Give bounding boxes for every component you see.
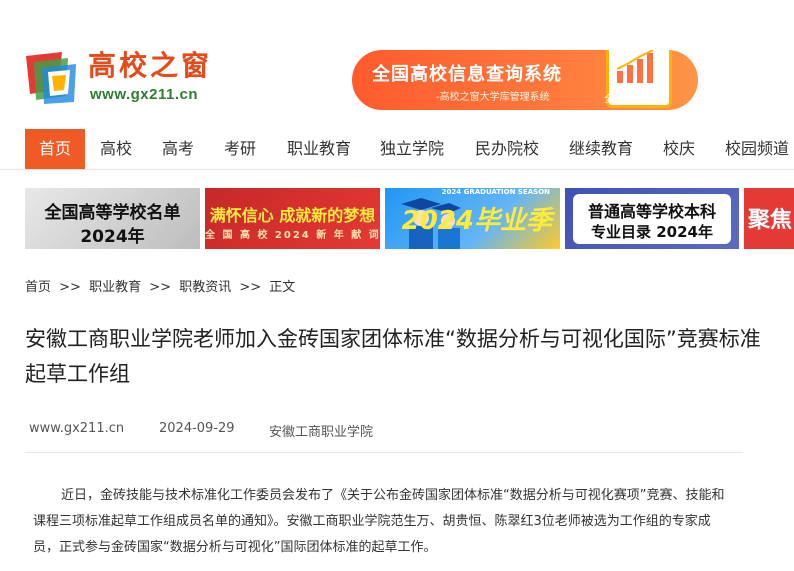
breadcrumb-separator: >> <box>149 280 172 295</box>
promo-graduation[interactable]: 2024 GRADUATION SEASON 2024毕业季 <box>385 188 560 249</box>
nav-item-home[interactable]: 首页 <box>25 129 85 169</box>
main-nav: 首页 高校 高考 考研 职业教育 独立学院 民办院校 继续教育 校庆 校园频道 <box>0 129 794 170</box>
banner-subtitle: -高校之窗大学库管理系统 <box>436 92 550 103</box>
breadcrumb-vocational[interactable]: 职业教育 <box>89 280 141 295</box>
nav-item-vocational[interactable]: 职业教育 <box>280 129 358 169</box>
promo-subtitle: 2024年 <box>80 227 145 247</box>
article-title: 安徽工商职业学院老师加入金砖国家团体标准“数据分析与可视化国际”竞赛标准起草工作… <box>25 327 761 386</box>
promo-university-list[interactable]: 全国高等学校名单 2024年 <box>25 188 200 249</box>
nav-item-campus[interactable]: 校园频道 <box>718 129 794 169</box>
promo-focus[interactable]: 聚焦 <box>744 188 794 249</box>
promo-title: 满怀信心 成就新的梦想 <box>209 206 376 225</box>
promo-title: 聚焦 <box>748 208 793 233</box>
divider <box>25 452 743 453</box>
promo-new-year[interactable]: 满怀信心 成就新的梦想 全 国 高 校 2024 新 年 献 词 <box>205 188 380 249</box>
breadcrumb-current: 正文 <box>269 280 296 295</box>
nav-item-kaoyan[interactable]: 考研 <box>215 129 265 169</box>
bar-chart-icon <box>616 50 654 83</box>
promo-title: 2024毕业季 <box>401 206 552 236</box>
promo-title: 全国高等学校名单 <box>44 203 181 223</box>
promo-majors-catalog[interactable]: 普通高等学校本科 专业目录 2024年 <box>565 188 739 249</box>
nav-item-continuing[interactable]: 继续教育 <box>562 129 640 169</box>
query-system-banner[interactable]: 全国高校信息查询系统 -高校之窗大学库管理系统 全面 · 准确 <box>352 50 698 110</box>
article-source: www.gx211.cn <box>29 421 125 436</box>
article-paragraph: 近日，金砖技能与技术标准化工作委员会发布了《关于公布金砖国家团体标准“数据分析与… <box>33 488 725 555</box>
promo-subtitle: 专业目录 2024年 <box>591 223 713 241</box>
banner-board-caption: 全面 · 准确 <box>604 95 649 105</box>
site-logo[interactable]: 高校之窗 www.gx211.cn <box>24 48 244 108</box>
promo-title: 普通高等学校本科 <box>587 202 716 221</box>
banner-title: 全国高校信息查询系统 <box>372 64 562 85</box>
breadcrumb-news[interactable]: 职教资讯 <box>179 280 231 295</box>
logo-url: www.gx211.cn <box>90 86 198 103</box>
logo-text: 高校之窗 <box>88 49 213 82</box>
promo-caption: 2024 GRADUATION SEASON <box>441 188 550 196</box>
nav-item-universities[interactable]: 高校 <box>91 129 141 169</box>
nav-item-gaokao[interactable]: 高考 <box>153 129 203 169</box>
promo-subtitle: 全 国 高 校 2024 新 年 献 词 <box>205 230 380 241</box>
nav-item-anniversary[interactable]: 校庆 <box>656 129 702 169</box>
breadcrumb: 首页 >> 职业教育 >> 职教资讯 >> 正文 <box>25 276 299 295</box>
nav-item-independent[interactable]: 独立学院 <box>373 129 451 169</box>
breadcrumb-home[interactable]: 首页 <box>25 280 51 295</box>
site-header: 高校之窗 www.gx211.cn 全国高校信息查询系统 -高校之窗大学库管理系… <box>0 0 794 126</box>
breadcrumb-separator: >> <box>59 280 81 295</box>
article-date: 2024-09-29 <box>159 421 235 436</box>
logo-mark-icon <box>26 52 76 104</box>
nav-item-private[interactable]: 民办院校 <box>468 129 546 169</box>
article-author: 安徽工商职业学院 <box>269 425 374 440</box>
breadcrumb-separator: >> <box>239 280 262 295</box>
